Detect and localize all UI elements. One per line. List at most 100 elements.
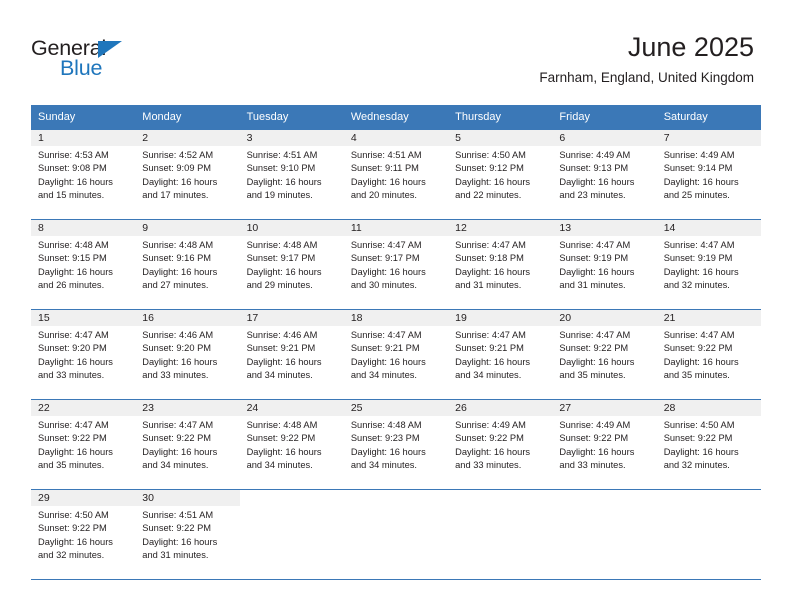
day-cell-inner: 21 Sunrise: 4:47 AM Sunset: 9:22 PM Dayligh… — [656, 310, 761, 399]
day-number: 22 — [31, 400, 136, 416]
daylight-text-line1: Daylight: 16 hours — [663, 266, 739, 277]
daylight-text-line2: and 33 minutes. — [142, 370, 209, 381]
daylight-text-line1: Daylight: 16 hours — [350, 446, 426, 457]
daylight-text-line1: Daylight: 16 hours — [663, 176, 739, 187]
daylight-text-line2: and 32 minutes. — [38, 550, 105, 561]
sunset-text: Sunset: 9:21 PM — [455, 343, 524, 354]
day-cell-inner: 27 Sunrise: 4:49 AM Sunset: 9:22 PM Dayligh… — [552, 400, 657, 489]
sunset-text: Sunset: 9:19 PM — [559, 253, 629, 264]
brand-logo[interactable]: General Blue — [31, 36, 171, 82]
day-number: 28 — [656, 400, 761, 416]
day-cell-details — [448, 506, 552, 509]
sunrise-text: Sunrise: 4:47 AM — [663, 240, 735, 250]
sunset-text: Sunset: 9:22 PM — [663, 433, 733, 444]
day-cell-details: Sunrise: 4:46 AM Sunset: 9:21 PM Daylight:… — [240, 326, 344, 383]
day-cell-details: Sunrise: 4:47 AM Sunset: 9:19 PM Daylight:… — [657, 236, 761, 293]
sunset-text: Sunset: 9:20 PM — [142, 343, 212, 354]
calendar-day-cell[interactable]: 28 Sunrise: 4:50 AM Sunset: 9:22 PM Dayligh… — [656, 399, 761, 490]
day-cell-details: Sunrise: 4:52 AM Sunset: 9:09 PM Daylight:… — [135, 146, 239, 203]
daylight-text-line2: and 31 minutes. — [455, 280, 522, 291]
daylight-text-line1: Daylight: 16 hours — [38, 446, 113, 457]
calendar-day-cell[interactable]: 15 Sunrise: 4:47 AM Sunset: 9:20 PM Dayligh… — [31, 309, 136, 400]
sunrise-text: Sunrise: 4:48 AM — [246, 240, 318, 250]
sunset-text: Sunset: 9:17 PM — [350, 253, 420, 264]
calendar-day-cell[interactable]: 29 Sunrise: 4:50 AM Sunset: 9:22 PM Dayligh… — [31, 489, 136, 580]
calendar-day-cell[interactable]: 8 Sunrise: 4:48 AM Sunset: 9:15 PM Daylight… — [31, 219, 136, 310]
weekday-header-sunday: Sunday — [31, 105, 136, 130]
calendar-day-cell[interactable]: 17 Sunrise: 4:46 AM Sunset: 9:21 PM Dayligh… — [239, 309, 344, 400]
calendar-day-cell[interactable]: 12 Sunrise: 4:47 AM Sunset: 9:18 PM Dayligh… — [448, 219, 553, 310]
sunset-text: Sunset: 9:09 PM — [142, 163, 212, 174]
day-number: 8 — [31, 220, 136, 236]
sunset-text: Sunset: 9:22 PM — [38, 523, 107, 534]
day-cell-inner: 23 Sunrise: 4:47 AM Sunset: 9:22 PM Dayligh… — [135, 400, 240, 489]
calendar-day-cell[interactable]: 11 Sunrise: 4:47 AM Sunset: 9:17 PM Dayligh… — [343, 219, 449, 310]
sunrise-text: Sunrise: 4:47 AM — [559, 240, 631, 250]
calendar-day-cell[interactable]: 9 Sunrise: 4:48 AM Sunset: 9:16 PM Daylight… — [135, 219, 240, 310]
daylight-text-line2: and 34 minutes. — [142, 460, 209, 471]
sunset-text: Sunset: 9:22 PM — [246, 433, 316, 444]
sunset-text: Sunset: 9:21 PM — [246, 343, 316, 354]
calendar-day-cell[interactable]: 1 Sunrise: 4:53 AM Sunset: 9:08 PM Daylight… — [31, 129, 136, 220]
calendar-day-cell[interactable]: 25 Sunrise: 4:48 AM Sunset: 9:23 PM Dayligh… — [343, 399, 449, 490]
calendar-day-cell[interactable]: 24 Sunrise: 4:48 AM Sunset: 9:22 PM Dayligh… — [239, 399, 344, 490]
calendar-week-row: 8 Sunrise: 4:48 AM Sunset: 9:15 PM Daylight… — [31, 219, 761, 310]
calendar-day-cell[interactable]: 4 Sunrise: 4:51 AM Sunset: 9:11 PM Daylight… — [343, 129, 449, 220]
calendar-day-cell[interactable]: 3 Sunrise: 4:51 AM Sunset: 9:10 PM Daylight… — [239, 129, 344, 220]
page-subtitle: Farnham, England, United Kingdom — [539, 70, 754, 85]
day-cell-inner: 14 Sunrise: 4:47 AM Sunset: 9:19 PM Dayligh… — [656, 220, 761, 309]
day-number: 24 — [239, 400, 344, 416]
day-number: 18 — [343, 310, 449, 326]
sunrise-text: Sunrise: 4:48 AM — [142, 240, 214, 250]
calendar-header-row: Sunday Monday Tuesday Wednesday Thursday… — [31, 105, 761, 130]
day-cell-inner: 8 Sunrise: 4:48 AM Sunset: 9:15 PM Daylight… — [31, 220, 136, 309]
day-cell-details: Sunrise: 4:47 AM Sunset: 9:21 PM Daylight:… — [344, 326, 448, 383]
day-cell-inner: 2 Sunrise: 4:52 AM Sunset: 9:09 PM Daylight… — [135, 130, 240, 219]
day-cell-details — [344, 506, 448, 509]
calendar-day-cell[interactable]: 30 Sunrise: 4:51 AM Sunset: 9:22 PM Dayligh… — [135, 489, 240, 580]
daylight-text-line1: Daylight: 16 hours — [142, 446, 218, 457]
daylight-text-line2: and 31 minutes. — [559, 280, 626, 291]
calendar-day-cell[interactable]: 21 Sunrise: 4:47 AM Sunset: 9:22 PM Dayligh… — [656, 309, 761, 400]
daylight-text-line2: and 30 minutes. — [350, 280, 417, 291]
calendar-day-cell[interactable]: 6 Sunrise: 4:49 AM Sunset: 9:13 PM Daylight… — [552, 129, 657, 220]
calendar-day-cell[interactable]: 20 Sunrise: 4:47 AM Sunset: 9:22 PM Dayligh… — [552, 309, 657, 400]
sunrise-text: Sunrise: 4:50 AM — [455, 150, 526, 160]
calendar-day-cell[interactable]: 13 Sunrise: 4:47 AM Sunset: 9:19 PM Dayligh… — [552, 219, 657, 310]
day-cell-details: Sunrise: 4:47 AM Sunset: 9:22 PM Daylight:… — [552, 326, 656, 383]
sunset-text: Sunset: 9:21 PM — [350, 343, 420, 354]
calendar-day-cell[interactable]: 18 Sunrise: 4:47 AM Sunset: 9:21 PM Dayligh… — [343, 309, 449, 400]
daylight-text-line1: Daylight: 16 hours — [455, 356, 531, 367]
day-cell-inner: 25 Sunrise: 4:48 AM Sunset: 9:23 PM Dayligh… — [343, 400, 449, 489]
day-cell-details: Sunrise: 4:51 AM Sunset: 9:11 PM Daylight:… — [344, 146, 448, 203]
weekday-header-tuesday: Tuesday — [239, 105, 344, 130]
calendar-day-cell-empty — [656, 489, 761, 580]
calendar-day-cell[interactable]: 10 Sunrise: 4:48 AM Sunset: 9:17 PM Dayligh… — [239, 219, 344, 310]
calendar-day-cell[interactable]: 22 Sunrise: 4:47 AM Sunset: 9:22 PM Dayligh… — [31, 399, 136, 490]
calendar-day-cell[interactable]: 16 Sunrise: 4:46 AM Sunset: 9:20 PM Dayligh… — [135, 309, 240, 400]
daylight-text-line1: Daylight: 16 hours — [246, 176, 322, 187]
day-cell-details: Sunrise: 4:49 AM Sunset: 9:22 PM Daylight:… — [552, 416, 656, 473]
weekday-header-friday: Friday — [552, 105, 657, 130]
calendar-day-cell[interactable]: 19 Sunrise: 4:47 AM Sunset: 9:21 PM Dayligh… — [448, 309, 553, 400]
day-cell-details: Sunrise: 4:53 AM Sunset: 9:08 PM Daylight:… — [31, 146, 135, 203]
day-cell-details: Sunrise: 4:46 AM Sunset: 9:20 PM Daylight:… — [135, 326, 239, 383]
day-cell-inner: 22 Sunrise: 4:47 AM Sunset: 9:22 PM Dayligh… — [31, 400, 136, 489]
day-number: 7 — [656, 130, 761, 146]
sunset-text: Sunset: 9:23 PM — [350, 433, 420, 444]
day-cell-inner: 13 Sunrise: 4:47 AM Sunset: 9:19 PM Dayligh… — [552, 220, 657, 309]
calendar-day-cell[interactable]: 14 Sunrise: 4:47 AM Sunset: 9:19 PM Dayligh… — [656, 219, 761, 310]
calendar-day-cell[interactable]: 27 Sunrise: 4:49 AM Sunset: 9:22 PM Dayligh… — [552, 399, 657, 490]
calendar-day-cell[interactable]: 2 Sunrise: 4:52 AM Sunset: 9:09 PM Daylight… — [135, 129, 240, 220]
calendar-day-cell[interactable]: 26 Sunrise: 4:49 AM Sunset: 9:22 PM Dayligh… — [448, 399, 553, 490]
daylight-text-line1: Daylight: 16 hours — [663, 356, 739, 367]
calendar-day-cell[interactable]: 5 Sunrise: 4:50 AM Sunset: 9:12 PM Daylight… — [448, 129, 553, 220]
calendar-day-cell[interactable]: 7 Sunrise: 4:49 AM Sunset: 9:14 PM Daylight… — [656, 129, 761, 220]
sunrise-text: Sunrise: 4:47 AM — [455, 240, 526, 250]
daylight-text-line1: Daylight: 16 hours — [455, 266, 531, 277]
sunrise-text: Sunrise: 4:50 AM — [663, 420, 735, 430]
day-number: 12 — [448, 220, 553, 236]
day-number: 27 — [552, 400, 657, 416]
calendar-day-cell[interactable]: 23 Sunrise: 4:47 AM Sunset: 9:22 PM Dayligh… — [135, 399, 240, 490]
day-number: 3 — [239, 130, 344, 146]
